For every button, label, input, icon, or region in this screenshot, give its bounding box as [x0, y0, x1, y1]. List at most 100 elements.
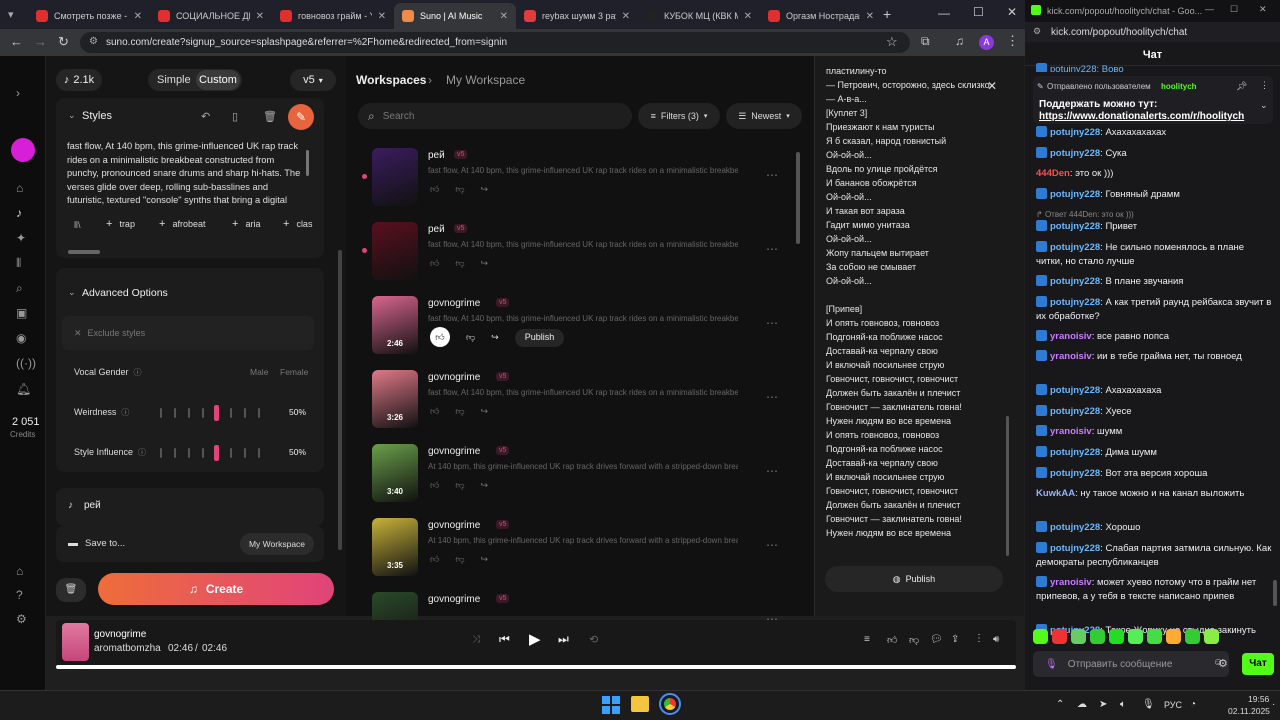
- pinned-menu-icon[interactable]: ⋮: [1260, 80, 1269, 91]
- create-icon[interactable]: ♪: [16, 206, 22, 220]
- browser-tab[interactable]: КУБОК МЦ (КВК МС ✕: [638, 3, 760, 29]
- extensions-icon[interactable]: ⧉: [921, 34, 930, 49]
- volume-tray-icon[interactable]: 🔈︎: [1120, 699, 1126, 710]
- emote-icon[interactable]: [1071, 629, 1086, 644]
- chat-username[interactable]: yranoisiv: [1050, 577, 1092, 588]
- comment-icon[interactable]: 💬︎: [930, 634, 943, 645]
- chat-username[interactable]: 444Den: [1036, 168, 1070, 179]
- share-icon[interactable]: ↪: [491, 332, 499, 347]
- emote-icon[interactable]: [1204, 629, 1219, 644]
- chat-username[interactable]: potujny228: [1050, 148, 1100, 159]
- progress-track[interactable]: [56, 665, 1016, 669]
- close-window-button[interactable]: ✕: [1259, 4, 1267, 15]
- user-avatar[interactable]: [11, 138, 35, 162]
- language-indicator[interactable]: РУС: [1164, 700, 1182, 710]
- chat-scrollbar[interactable]: [1273, 580, 1277, 606]
- dislike-icon[interactable]: 👎︎: [455, 554, 464, 565]
- exclude-styles-input[interactable]: ✕ Exclude styles: [62, 316, 314, 350]
- clock-time[interactable]: 19:56: [1248, 694, 1269, 704]
- style-tag-chip[interactable]: + trap: [106, 215, 135, 233]
- windows-start-icon[interactable]: [602, 696, 620, 714]
- emote-icon[interactable]: [1052, 629, 1067, 644]
- song-cover[interactable]: 3:26: [372, 370, 418, 428]
- mic-icon[interactable]: 🎙︎: [1045, 659, 1058, 670]
- like-icon[interactable]: 👍︎: [430, 327, 450, 347]
- pinned-link[interactable]: https://www.donationalerts.com/r/hoolity…: [1039, 111, 1244, 122]
- song-more-icon[interactable]: ⋯: [766, 464, 778, 478]
- song-title[interactable]: рей: [428, 224, 445, 235]
- tab-close-icon[interactable]: ✕: [378, 11, 386, 22]
- slider-handle[interactable]: [214, 445, 219, 461]
- mic-tray-icon[interactable]: 🎙︎: [1142, 699, 1155, 710]
- maximize-button[interactable]: ☐: [973, 5, 984, 19]
- studio-icon[interactable]: ▣: [16, 306, 27, 320]
- player-title[interactable]: govnogrime: [94, 629, 146, 640]
- telegram-icon[interactable]: ➤: [1099, 699, 1107, 710]
- maximize-button[interactable]: ☐: [1230, 4, 1238, 15]
- song-count-badge[interactable]: ♪ 2.1k: [56, 69, 102, 91]
- chat-username[interactable]: potujny228: [1050, 385, 1100, 396]
- share-icon[interactable]: ↪: [481, 406, 489, 417]
- like-icon[interactable]: 👍︎: [430, 480, 439, 491]
- library-icon[interactable]: ⦀: [16, 256, 21, 271]
- like-icon[interactable]: 👍︎: [430, 406, 439, 417]
- emote-icon[interactable]: [1109, 629, 1124, 644]
- home-icon[interactable]: ⌂: [16, 181, 23, 195]
- volume-icon[interactable]: 🔊︎: [993, 634, 999, 645]
- close-lyrics-icon[interactable]: ✕: [987, 79, 997, 93]
- browser-tab[interactable]: Suno | AI Music ✕: [394, 3, 516, 29]
- chat-username[interactable]: potujny228: [1050, 447, 1100, 458]
- chat-username[interactable]: potujny228: [1050, 543, 1100, 554]
- filters-button[interactable]: ≡ Filters (3) ▾: [638, 103, 720, 129]
- trash-icon[interactable]: 🗑︎: [263, 110, 277, 123]
- bookmark-star-icon[interactable]: ☆: [886, 34, 898, 50]
- song-title[interactable]: govnogrime: [428, 520, 480, 531]
- clear-form-trash-icon[interactable]: 🗑︎: [56, 578, 86, 602]
- chat-username[interactable]: yranoisiv: [1050, 331, 1092, 342]
- chat-username[interactable]: potujny228: [1050, 468, 1100, 479]
- song-cover[interactable]: 3:40: [372, 444, 418, 502]
- profile-avatar[interactable]: A: [979, 35, 994, 50]
- song-title[interactable]: govnogrime: [428, 372, 480, 383]
- share-icon[interactable]: ↪: [481, 554, 489, 565]
- play-icon[interactable]: ▶: [529, 630, 541, 648]
- tray-app-icon[interactable]: ☁: [1077, 699, 1087, 710]
- tab-close-icon[interactable]: ✕: [744, 11, 752, 22]
- female-option[interactable]: Female: [280, 367, 308, 377]
- browser-menu-icon[interactable]: ⋮: [1006, 33, 1019, 49]
- tab-close-icon[interactable]: ✕: [134, 11, 142, 22]
- dislike-icon[interactable]: 👎︎: [455, 480, 464, 491]
- search-nav-icon[interactable]: ⌕: [16, 281, 23, 296]
- styles-textarea[interactable]: fast flow, At 140 bpm, this grime-influe…: [67, 140, 305, 206]
- chat-settings-icon[interactable]: ⚙: [1218, 657, 1228, 670]
- breadcrumb-workspaces[interactable]: Workspaces: [356, 73, 426, 87]
- search-input[interactable]: ⌕ Search: [358, 103, 632, 129]
- slider-handle[interactable]: [214, 405, 219, 421]
- chat-username[interactable]: potujny228: [1050, 221, 1100, 232]
- song-title[interactable]: govnogrime: [428, 298, 480, 309]
- media-icon[interactable]: ♫: [955, 34, 964, 48]
- hooks-icon[interactable]: ◉: [16, 331, 26, 345]
- chat-input[interactable]: 🎙︎ Отправить сообщение ☺: [1033, 651, 1229, 677]
- song-more-icon[interactable]: ⋯: [766, 390, 778, 404]
- dislike-icon[interactable]: 👎︎: [455, 184, 464, 195]
- song-item[interactable]: 2:46 govnogrime v5 fast flow, At 140 bpm…: [372, 296, 792, 360]
- minimize-button[interactable]: —: [1205, 4, 1214, 14]
- version-select[interactable]: v5 ▾: [290, 69, 336, 91]
- style-tag-chip[interactable]: + afrobeat: [159, 215, 205, 233]
- chat-username[interactable]: potujny228: [1050, 297, 1100, 308]
- forward-icon[interactable]: →: [34, 34, 47, 49]
- expand-sidebar-icon[interactable]: ›: [16, 86, 20, 100]
- song-cover[interactable]: 3:35: [372, 518, 418, 576]
- song-cover[interactable]: [372, 148, 418, 206]
- style-tag-chip[interactable]: + clas: [283, 215, 312, 233]
- song-item[interactable]: рей v5 fast flow, At 140 bpm, this grime…: [372, 148, 792, 212]
- clock-date[interactable]: 02.11.2025: [1228, 706, 1270, 716]
- song-title[interactable]: govnogrime: [428, 446, 480, 457]
- chips-scrollbar[interactable]: [68, 250, 100, 254]
- site-info-icon[interactable]: ⚙: [89, 36, 98, 47]
- browser-tab[interactable]: говновоз грайм - Yo ✕: [272, 3, 394, 29]
- share-icon[interactable]: ↪: [481, 258, 489, 269]
- workspace-select-button[interactable]: My Workspace: [240, 533, 314, 555]
- emote-icon[interactable]: [1166, 629, 1181, 644]
